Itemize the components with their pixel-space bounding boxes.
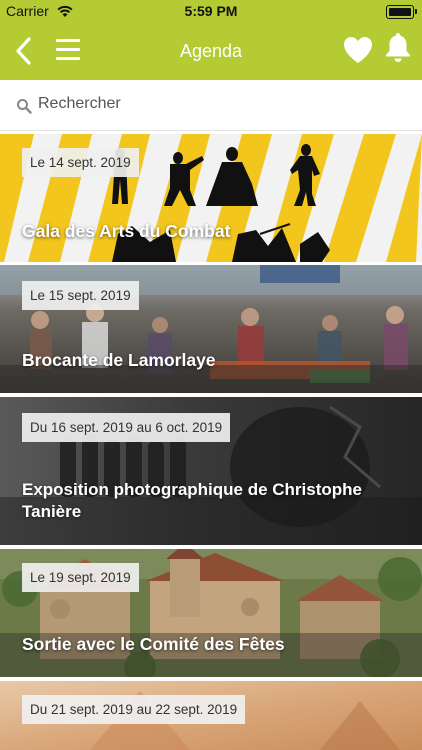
battery-icon (386, 5, 417, 19)
event-card[interactable]: Le 14 sept. 2019 Gala des Arts du Combat (0, 134, 422, 262)
event-card[interactable]: Du 21 sept. 2019 au 22 sept. 2019 (0, 681, 422, 750)
nav-bar: Agenda (0, 22, 422, 80)
event-card[interactable]: Du 16 sept. 2019 au 6 oct. 2019 Expositi… (0, 397, 422, 545)
search-icon (17, 99, 32, 114)
event-title: Exposition photographique de Christophe … (22, 480, 362, 521)
search-bar (0, 80, 422, 131)
event-date: Du 21 sept. 2019 au 22 sept. 2019 (22, 695, 246, 724)
event-title: Brocante de Lamorlaye (22, 350, 216, 370)
event-title: Gala des Arts du Combat (22, 221, 231, 241)
event-title: Sortie avec le Comité des Fêtes (22, 634, 285, 654)
status-time: 5:59 PM (184, 3, 238, 19)
heart-icon[interactable] (342, 35, 374, 65)
search-input[interactable] (38, 90, 398, 118)
status-bar: Carrier 5:59 PM (0, 0, 422, 22)
event-date: Le 19 sept. 2019 (22, 563, 139, 592)
event-card[interactable]: Le 19 sept. 2019 Sortie avec le Comité d… (0, 549, 422, 677)
event-date: Le 14 sept. 2019 (22, 148, 139, 177)
event-date: Du 16 sept. 2019 au 6 oct. 2019 (22, 413, 231, 442)
event-date: Le 15 sept. 2019 (22, 281, 139, 310)
bell-icon[interactable] (384, 31, 412, 63)
event-card[interactable]: Le 15 sept. 2019 Brocante de Lamorlaye (0, 265, 422, 393)
